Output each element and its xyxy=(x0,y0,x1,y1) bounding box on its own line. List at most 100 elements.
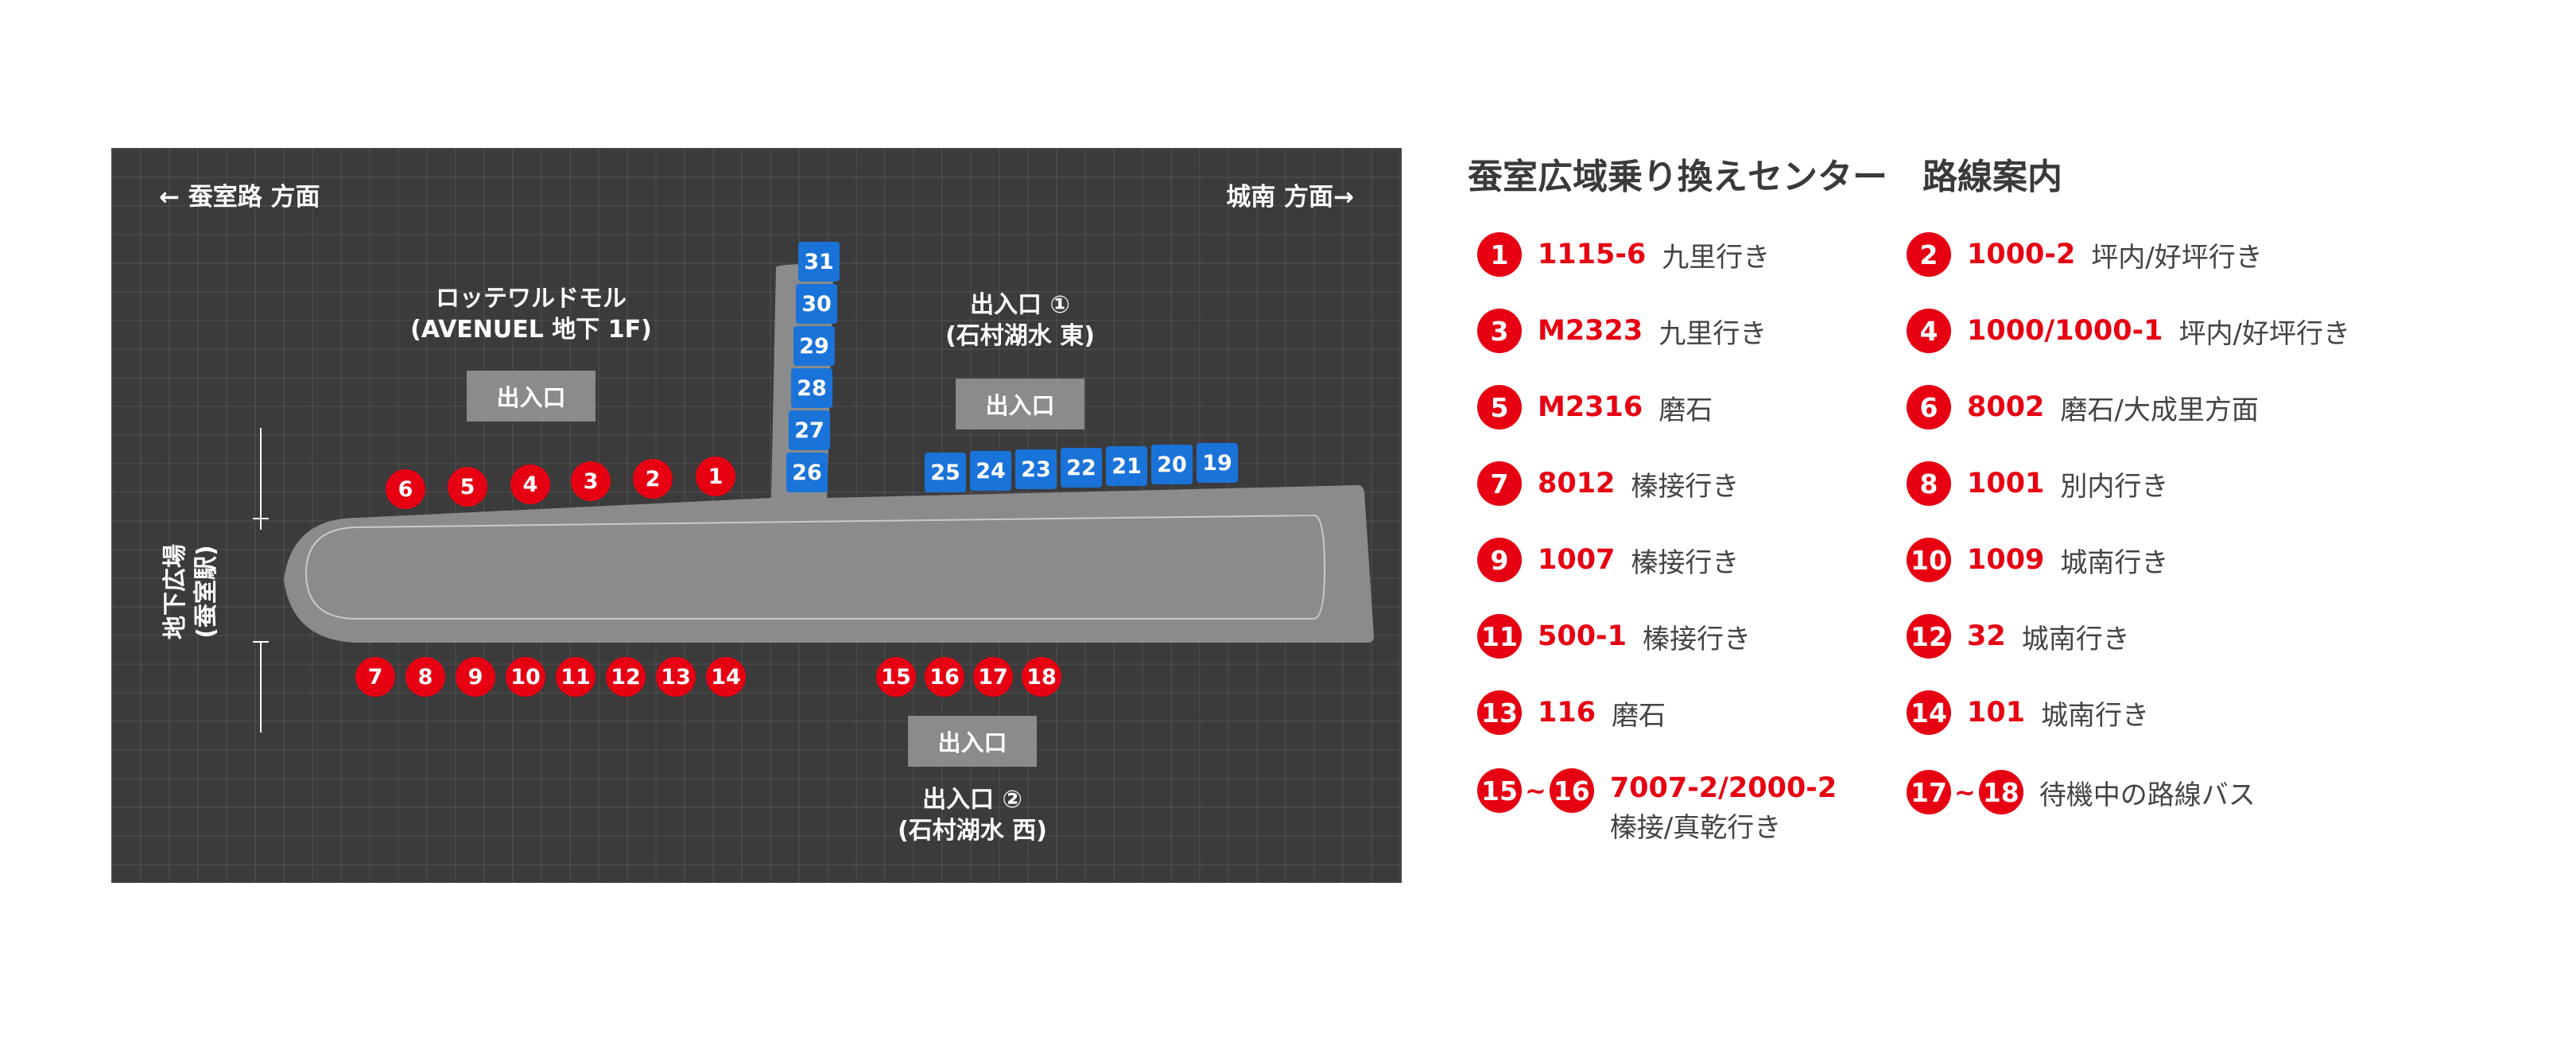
legend-badge-14: 14 xyxy=(1907,690,1951,735)
mall-label: ロッテワルドモル (AVENUEL 地下 1F) xyxy=(410,283,652,345)
legend-entry-7: 7 8012 榛接行き xyxy=(1477,460,1739,507)
legend-badge-8: 8 xyxy=(1907,461,1951,506)
legend-entry-17-18: 17 ~ 18 待機中の路線バス xyxy=(1907,768,2256,816)
legend-route: M2316 xyxy=(1538,391,1643,423)
legend-route: 32 xyxy=(1967,620,2006,652)
legend-badge-10: 10 xyxy=(1907,538,1951,582)
legend-badge-9: 9 xyxy=(1477,538,1522,582)
legend-destination: 磨石/大成里方面 xyxy=(2060,394,2259,426)
legend-destination: 坪内/好坪行き xyxy=(2091,241,2263,274)
exit1-title: 出入口 ① xyxy=(970,291,1070,319)
legend-route: 500-1 xyxy=(1538,620,1627,652)
bus-stop-5: 5 xyxy=(448,467,487,507)
bus-stop-24: 24 xyxy=(970,451,1011,491)
range-tilde: ~ xyxy=(1525,775,1546,806)
platform-shape xyxy=(284,264,1374,643)
legend-entry-14: 14 101 城南行き xyxy=(1907,689,2149,736)
exit2-box: 出入口 xyxy=(908,716,1037,767)
legend-badge-6: 6 xyxy=(1907,385,1951,429)
terminal-map: ← 蚕室路 方面 城南 方面→ ロッテワルドモル (AVENUEL 地下 1F)… xyxy=(111,148,1402,883)
legend-badge-17: 17 xyxy=(1907,770,1951,814)
bus-stop-16: 16 xyxy=(925,657,964,697)
bus-stop-18: 18 xyxy=(1022,657,1061,697)
legend-entry-12: 12 32 城南行き xyxy=(1907,612,2130,660)
exit2-label: 出入口 ② (石村湖水 西) xyxy=(898,784,1047,846)
exit1-box: 出入口 xyxy=(956,379,1084,429)
legend-badge-4: 4 xyxy=(1907,309,1951,353)
legend-badge-1: 1 xyxy=(1477,232,1522,277)
legend-route: 1009 xyxy=(1967,544,2045,576)
legend-entry-9: 9 1007 榛接行き xyxy=(1477,536,1739,584)
legend-destination: 城南行き xyxy=(2041,699,2150,732)
direction-left: ← 蚕室路 方面 xyxy=(159,183,320,212)
bus-stop-1: 1 xyxy=(696,457,735,496)
exit2-sub: (石村湖水 西) xyxy=(898,817,1047,845)
legend-destination: 九里行き xyxy=(1662,241,1771,274)
legend-route: 1115-6 xyxy=(1538,239,1647,270)
legend-destination: 待機中の路線バス xyxy=(2039,779,2256,811)
side-line-1: 地下広場 xyxy=(161,544,189,639)
bus-stop-23: 23 xyxy=(1015,449,1057,489)
bus-stop-22: 22 xyxy=(1061,448,1102,488)
legend-route: 1000-2 xyxy=(1967,239,2076,270)
legend-entry-3: 3 M2323 九里行き xyxy=(1477,307,1767,355)
legend-destination: 磨石 xyxy=(1612,699,1666,732)
exit1-sub: (石村湖水 東) xyxy=(945,322,1095,350)
legend-destination: 榛接行き xyxy=(1642,623,1751,655)
legend-route: 1001 xyxy=(1967,468,2045,499)
legend-entry-11: 11 500-1 榛接行き xyxy=(1477,612,1751,660)
legend-route: M2323 xyxy=(1538,315,1643,347)
route-legend: 蚕室広域乗り換えセンター 路線案内 1 1115-6 九里行き 2 1000-2 坪内/好… xyxy=(1468,148,2541,864)
bus-stop-7: 7 xyxy=(355,657,395,697)
legend-entry-5: 5 M2316 磨石 xyxy=(1477,383,1713,431)
legend-destination: 城南行き xyxy=(2021,623,2130,655)
legend-entry-1: 1 1115-6 九里行き xyxy=(1477,231,1770,278)
legend-route: 7007-2/2000-2 xyxy=(1609,772,1837,804)
bus-stop-8: 8 xyxy=(405,657,445,697)
side-tick-bottom-cap xyxy=(253,641,269,643)
exit1-label: 出入口 ① (石村湖水 東) xyxy=(945,290,1095,352)
legend-destination: 榛接/真乾行き xyxy=(1609,811,1782,844)
bus-stop-3: 3 xyxy=(571,461,611,501)
legend-badge-3: 3 xyxy=(1477,309,1522,353)
bus-stop-11: 11 xyxy=(556,657,596,697)
bus-stop-12: 12 xyxy=(606,657,646,697)
mall-sub: (AVENUEL 地下 1F) xyxy=(410,316,652,344)
bus-stop-15: 15 xyxy=(876,657,916,697)
bus-stop-6: 6 xyxy=(386,469,425,509)
legend-entry-4: 4 1000/1000-1 坪内/好坪行き xyxy=(1907,307,2350,355)
legend-title: 蚕室広域乗り換えセンター 路線案内 xyxy=(1468,157,2062,197)
bus-stop-19: 19 xyxy=(1197,443,1238,483)
side-line-2: (蚕室駅) xyxy=(192,545,220,639)
legend-badge-2: 2 xyxy=(1907,232,1951,277)
exit2-title: 出入口 ② xyxy=(922,786,1022,814)
bus-stop-14: 14 xyxy=(706,657,746,697)
range-tilde: ~ xyxy=(1954,777,1976,807)
bus-stop-26: 26 xyxy=(786,453,828,492)
legend-entry-8: 8 1001 別内行き xyxy=(1907,460,2168,507)
bus-stop-17: 17 xyxy=(973,657,1013,697)
bus-stop-27: 27 xyxy=(789,410,830,450)
legend-entry-13: 13 116 磨石 xyxy=(1477,689,1666,736)
legend-route: 1000/1000-1 xyxy=(1967,315,2163,347)
legend-route: 101 xyxy=(1967,697,2026,729)
legend-destination: 榛接行き xyxy=(1631,546,1740,579)
legend-destination: 榛接行き xyxy=(1631,470,1740,503)
legend-entry-15-16-text: 7007-2/2000-2 榛接/真乾行き xyxy=(1610,768,1837,848)
legend-badge-15: 15 xyxy=(1477,768,1522,813)
legend-entry-6: 6 8002 磨石/大成里方面 xyxy=(1907,383,2259,431)
underground-plaza-label: 地下広場 (蚕室駅) xyxy=(143,528,239,655)
legend-route: 116 xyxy=(1538,697,1596,729)
legend-badge-18: 18 xyxy=(1978,770,2023,814)
mall-name: ロッテワルドモル xyxy=(436,285,627,313)
legend-destination: 九里行き xyxy=(1658,317,1767,350)
legend-badge-13: 13 xyxy=(1477,690,1522,735)
bus-stop-9: 9 xyxy=(456,657,495,697)
legend-entry-2: 2 1000-2 坪内/好坪行き xyxy=(1907,231,2263,278)
legend-route: 8012 xyxy=(1538,468,1616,499)
bus-stop-30: 30 xyxy=(796,284,837,324)
side-tick-top-cap xyxy=(253,518,269,519)
bus-stop-4: 4 xyxy=(510,464,550,504)
legend-destination: 別内行き xyxy=(2060,470,2169,503)
legend-entry-10: 10 1009 城南行き xyxy=(1907,536,2168,584)
